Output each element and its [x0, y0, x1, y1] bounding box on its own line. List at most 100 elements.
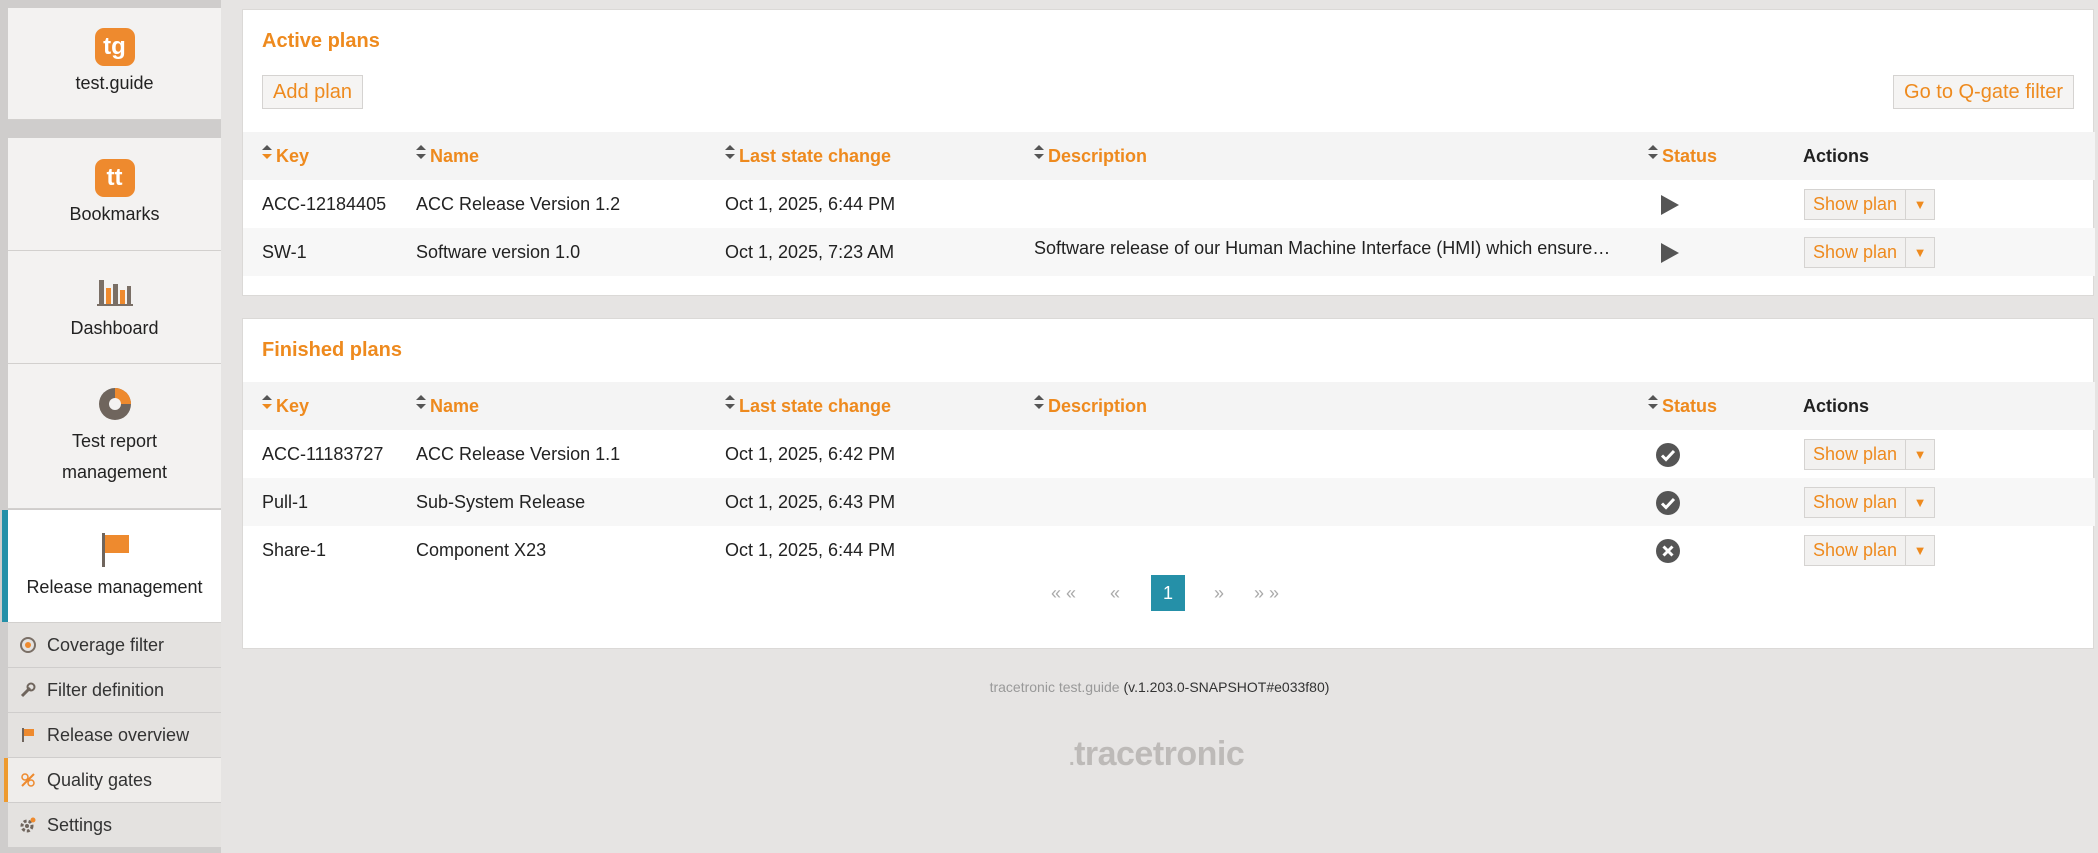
table-row: SW-1 Software version 1.0 Oct 1, 2025, 7…: [243, 228, 2095, 276]
table-header: Key Name Last state change Description S…: [243, 382, 2095, 430]
chevron-down-icon[interactable]: ▼: [1906, 190, 1934, 219]
plan-date: Oct 1, 2025, 6:44 PM: [725, 194, 896, 214]
submenu-settings[interactable]: Settings: [8, 803, 221, 848]
sort-icon: [416, 145, 426, 159]
tracetronic-logo: .tracetronic: [1069, 735, 1245, 773]
show-plan-button[interactable]: Show plan ▼: [1804, 439, 1936, 470]
prev-page-button[interactable]: «: [1110, 575, 1120, 611]
sort-name-header[interactable]: Name: [416, 132, 716, 180]
sidebar-item-label: Test report management: [61, 431, 168, 482]
sort-icon: [725, 395, 735, 409]
show-plan-label[interactable]: Show plan: [1805, 238, 1907, 267]
chevron-down-icon[interactable]: ▼: [1906, 440, 1934, 469]
sort-description-header[interactable]: Description: [1034, 382, 1614, 430]
table-row: Share-1 Component X23 Oct 1, 2025, 6:44 …: [243, 526, 2095, 574]
submenu-quality-gates[interactable]: Quality gates: [4, 758, 221, 803]
submenu-release-overview[interactable]: Release overview: [8, 713, 221, 758]
submenu-coverage-filter[interactable]: Coverage filter: [8, 623, 221, 668]
sort-description-header[interactable]: Description: [1034, 132, 1614, 180]
gear-icon: [19, 816, 37, 834]
submenu-label: Settings: [47, 814, 113, 835]
table-row: ACC-12184405 ACC Release Version 1.2 Oct…: [243, 180, 2095, 228]
plan-date: Oct 1, 2025, 7:23 AM: [725, 242, 895, 262]
app-home-link[interactable]: tg test.guide: [8, 8, 221, 120]
sort-icon: [416, 395, 426, 409]
plan-key: ACC-12184405: [262, 194, 387, 214]
play-icon: [1661, 195, 1679, 215]
plan-key: Pull-1: [262, 492, 309, 512]
show-plan-button[interactable]: Show plan ▼: [1804, 237, 1936, 268]
footer-version: (v.1.203.0-SNAPSHOT#e033f80): [1123, 679, 1330, 695]
plan-key: SW-1: [262, 242, 307, 262]
plan-description: [1034, 430, 1614, 478]
play-icon: [1661, 243, 1679, 263]
add-plan-button[interactable]: Add plan: [262, 75, 363, 109]
submenu-label: Coverage filter: [47, 634, 165, 655]
plan-date: Oct 1, 2025, 6:43 PM: [725, 492, 896, 512]
sort-icon: [262, 395, 272, 409]
sort-key-header[interactable]: Key: [262, 382, 412, 430]
sidebar-item-label: Release management: [26, 576, 203, 597]
sort-key-header[interactable]: Key: [262, 132, 412, 180]
sort-icon: [725, 145, 735, 159]
show-plan-label[interactable]: Show plan: [1805, 190, 1907, 219]
table-header: Key Name Last state change Description S…: [243, 132, 2095, 180]
active-plans-panel: Active plans Add plan Go to Q-gate filte…: [242, 9, 2095, 296]
sort-icon: [1648, 145, 1658, 159]
sort-icon: [262, 145, 272, 159]
sidebar-item-test-report-management[interactable]: Test report management: [8, 364, 221, 509]
version-footer: tracetronic test.guide (v.1.203.0-SNAPSH…: [0, 679, 2098, 695]
sidebar-item-bookmarks[interactable]: tt Bookmarks: [8, 138, 221, 251]
sort-date-header[interactable]: Last state change: [725, 132, 1025, 180]
show-plan-button[interactable]: Show plan ▼: [1804, 189, 1936, 220]
table-row: ACC-11183727 ACC Release Version 1.1 Oct…: [243, 430, 2095, 478]
plan-date: Oct 1, 2025, 6:42 PM: [725, 444, 896, 464]
qgate-filter-button[interactable]: Go to Q-gate filter: [1893, 75, 2074, 109]
sidebar-item-label: Bookmarks: [69, 203, 160, 224]
chevron-down-icon[interactable]: ▼: [1906, 488, 1934, 517]
show-plan-label[interactable]: Show plan: [1805, 488, 1907, 517]
pagination: « « « 1 » » »: [243, 575, 2095, 611]
plan-name: ACC Release Version 1.1: [416, 444, 621, 464]
current-page[interactable]: 1: [1151, 575, 1185, 611]
show-plan-label[interactable]: Show plan: [1805, 536, 1907, 565]
check-circle-icon: [1656, 443, 1680, 467]
chevron-down-icon[interactable]: ▼: [1906, 536, 1934, 565]
sort-name-header[interactable]: Name: [416, 382, 716, 430]
coverage-icon: [19, 636, 37, 654]
chevron-down-icon[interactable]: ▼: [1906, 238, 1934, 267]
plan-description: [1034, 526, 1614, 574]
plan-name: Sub-System Release: [416, 492, 586, 512]
last-page-button[interactable]: » »: [1254, 575, 1279, 611]
sort-icon: [1034, 145, 1044, 159]
sort-status-header[interactable]: Status: [1648, 132, 1768, 180]
sidebar-item-dashboard[interactable]: Dashboard: [8, 251, 221, 364]
x-circle-icon: [1656, 539, 1680, 563]
bar-chart-icon: [96, 271, 133, 311]
show-plan-button[interactable]: Show plan ▼: [1804, 535, 1936, 566]
submenu-label: Quality gates: [47, 769, 153, 790]
sidebar-item-label: Dashboard: [70, 317, 159, 338]
footer-product: tracetronic test.guide: [989, 679, 1120, 695]
flag-icon: [19, 726, 37, 744]
sort-icon: [1034, 395, 1044, 409]
next-page-button[interactable]: »: [1214, 575, 1224, 611]
bookmark-logo-icon: tt: [94, 158, 135, 197]
plan-key: ACC-11183727: [262, 444, 384, 464]
plan-name: Component X23: [416, 540, 547, 560]
table-row: Pull-1 Sub-System Release Oct 1, 2025, 6…: [243, 478, 2095, 526]
actions-header: Actions: [1803, 396, 1870, 416]
pie-chart-icon: [97, 384, 133, 424]
finished-plans-panel: Finished plans Key Name Last state chang…: [242, 318, 2095, 649]
plan-key: Share-1: [262, 540, 327, 560]
sort-date-header[interactable]: Last state change: [725, 382, 1025, 430]
sidebar-item-release-management[interactable]: Release management: [2, 510, 221, 623]
actions-header: Actions: [1803, 146, 1870, 166]
sort-status-header[interactable]: Status: [1648, 382, 1768, 430]
show-plan-button[interactable]: Show plan ▼: [1804, 487, 1936, 518]
plan-description: [1034, 478, 1614, 526]
first-page-button[interactable]: « «: [1051, 575, 1076, 611]
show-plan-label[interactable]: Show plan: [1805, 440, 1907, 469]
plan-name: Software version 1.0: [416, 242, 581, 262]
app-name: test.guide: [75, 73, 154, 93]
